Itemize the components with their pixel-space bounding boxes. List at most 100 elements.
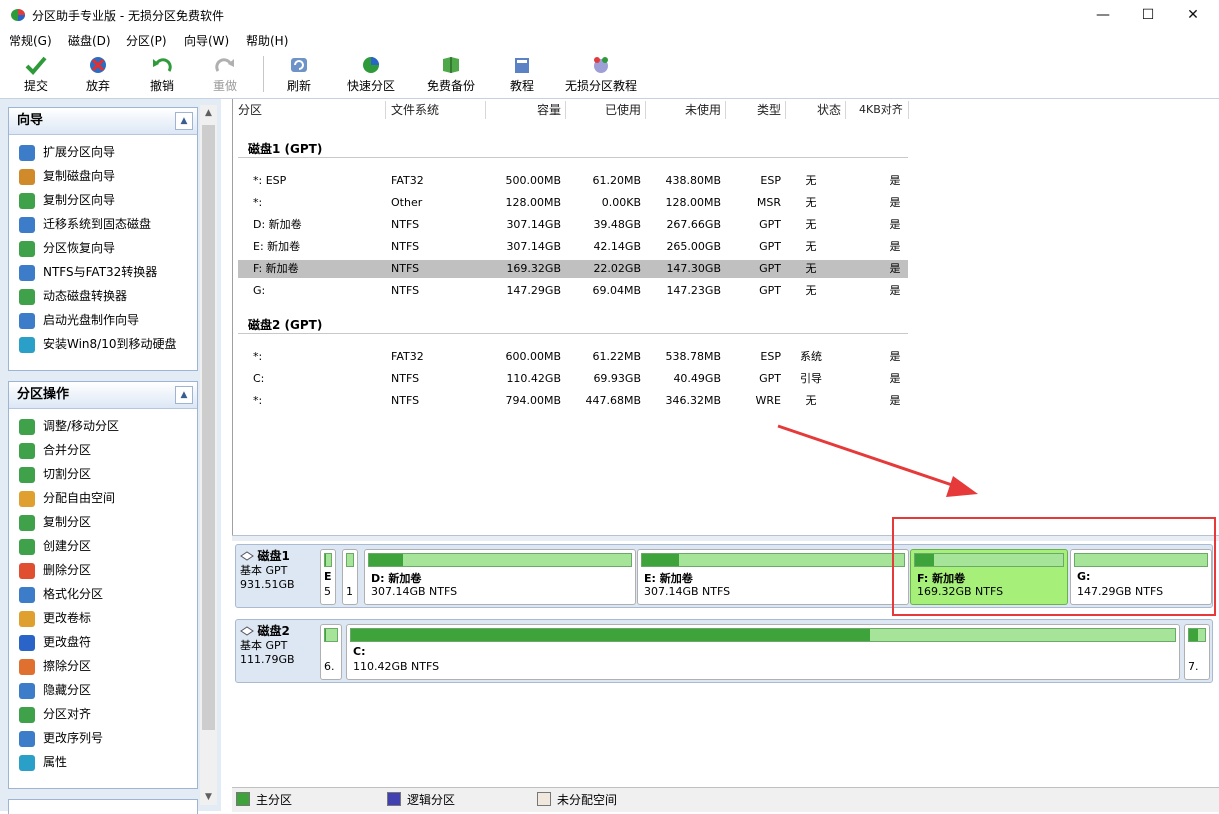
- sidebar-item-create[interactable]: 创建分区: [19, 536, 91, 556]
- close-button[interactable]: ✕: [1170, 0, 1216, 30]
- col-capacity[interactable]: 容量: [489, 101, 561, 119]
- partition-block[interactable]: 1: [342, 549, 358, 605]
- disk1-header[interactable]: 磁盘1 (GPT): [248, 140, 322, 157]
- sidebar-item-allocate-free-space[interactable]: 分配自由空间: [19, 488, 115, 508]
- cell-aligned: 是: [889, 372, 901, 385]
- sidebar-item-label: 分配自由空间: [43, 491, 116, 505]
- sidebar-item-resize-move[interactable]: 调整/移动分区: [19, 416, 119, 436]
- menu-disk[interactable]: 磁盘(D): [68, 32, 111, 49]
- tutorial-button[interactable]: 教程: [500, 50, 544, 96]
- sidebar-item-migrate-os-wizard[interactable]: 迁移系统到固态磁盘: [19, 214, 151, 234]
- sidebar-item-properties[interactable]: 属性: [19, 752, 67, 772]
- sidebar-item-change-letter[interactable]: 更改盘符: [19, 632, 91, 652]
- sidebar-item-wipe[interactable]: 擦除分区: [19, 656, 91, 676]
- quick-partition-button[interactable]: 快速分区: [342, 50, 400, 96]
- partition-block[interactable]: 7.: [1184, 624, 1210, 680]
- partition-block[interactable]: E: 新加卷 307.14GB NTFS: [637, 549, 909, 605]
- partition-block[interactable]: E5: [320, 549, 336, 605]
- collapse-wizard-button[interactable]: ▲: [175, 112, 193, 130]
- collapse-ops-button[interactable]: ▲: [175, 386, 193, 404]
- menu-wizard[interactable]: 向导(W): [184, 32, 229, 49]
- quick-partition-icon: [363, 57, 379, 73]
- sidebar-item-win-to-go-wizard[interactable]: 安装Win8/10到移动硬盘: [19, 334, 177, 354]
- sidebar-item-bootable-cd-wizard[interactable]: 启动光盘制作向导: [19, 310, 139, 330]
- table-row[interactable]: *: NTFS 794.00MB 447.68MB 346.32MB WRE 无 是: [238, 392, 908, 410]
- cell-capacity: 169.32GB: [506, 262, 561, 275]
- backup-icon: [443, 57, 459, 73]
- undo-button[interactable]: 撤销: [140, 50, 184, 96]
- partition-block[interactable]: 6.: [320, 624, 342, 680]
- partition-block[interactable]: D: 新加卷 307.14GB NTFS: [364, 549, 636, 605]
- operation-icon: [19, 754, 35, 771]
- disk2-map-row[interactable]: 磁盘2 基本 GPT 111.79GB 6. C: 110.42GB NTFS 7.: [235, 619, 1213, 683]
- col-used[interactable]: 已使用: [569, 101, 641, 119]
- table-row[interactable]: F: 新加卷 NTFS 169.32GB 22.02GB 147.30GB GPT 无 是: [238, 260, 908, 278]
- menu-general[interactable]: 常规(G): [9, 32, 52, 49]
- sidebar-item-align[interactable]: 分区对齐: [19, 704, 91, 724]
- sidebar-item-extend-wizard[interactable]: 扩展分区向导: [19, 142, 115, 162]
- table-row[interactable]: *: ESP FAT32 500.00MB 61.20MB 438.80MB ESP 无 是: [238, 172, 908, 190]
- disk1-size: 931.51GB: [240, 578, 295, 591]
- sidebar-item-format[interactable]: 格式化分区: [19, 584, 103, 604]
- lossless-tutorial-button[interactable]: 无损分区教程: [562, 50, 640, 96]
- partition-name: D: 新加卷: [371, 572, 422, 585]
- operation-icon: [19, 466, 35, 483]
- operation-icon: [19, 706, 35, 723]
- sidebar-item-partition-recovery-wizard[interactable]: 分区恢复向导: [19, 238, 115, 258]
- redo-label: 重做: [212, 79, 237, 93]
- discard-button[interactable]: 放弃: [76, 50, 120, 96]
- free-backup-button[interactable]: 免费备份: [422, 50, 480, 96]
- maximize-button[interactable]: ☐: [1125, 0, 1171, 30]
- logical-swatch: [387, 792, 401, 806]
- cell-filesystem: Other: [391, 196, 423, 209]
- sidebar-item-change-label[interactable]: 更改卷标: [19, 608, 91, 628]
- sidebar-item-hide[interactable]: 隐藏分区: [19, 680, 91, 700]
- sidebar-item-copy[interactable]: 复制分区: [19, 512, 91, 532]
- usage-fill: [369, 554, 404, 566]
- col-4k-align[interactable]: 4KB对齐: [859, 101, 903, 119]
- scroll-down-arrow[interactable]: ▼: [200, 789, 217, 805]
- minimize-button[interactable]: —: [1080, 0, 1126, 30]
- table-row[interactable]: *: FAT32 600.00MB 61.22MB 538.78MB ESP 系统 是: [238, 348, 908, 366]
- refresh-button[interactable]: 刷新: [277, 50, 321, 96]
- cell-aligned: 是: [889, 394, 901, 407]
- sidebar-item-copy-partition-wizard[interactable]: 复制分区向导: [19, 190, 115, 210]
- partition-block[interactable]: C: 110.42GB NTFS: [346, 624, 1180, 680]
- redo-button[interactable]: 重做: [203, 50, 247, 96]
- menu-help[interactable]: 帮助(H): [246, 32, 288, 49]
- col-type[interactable]: 类型: [729, 101, 781, 119]
- sidebar-item-copy-disk-wizard[interactable]: 复制磁盘向导: [19, 166, 115, 186]
- table-row[interactable]: D: 新加卷 NTFS 307.14GB 39.48GB 267.66GB GPT 无 是: [238, 216, 908, 234]
- col-unused[interactable]: 未使用: [649, 101, 721, 119]
- sidebar-item-change-serial[interactable]: 更改序列号: [19, 728, 103, 748]
- sidebar-item-delete[interactable]: 删除分区: [19, 560, 91, 580]
- cell-used: 0.00KB: [601, 196, 641, 209]
- left-scrollbar[interactable]: ▲ ▼: [200, 105, 217, 805]
- sidebar-item-dynamic-disk-converter[interactable]: 动态磁盘转换器: [19, 286, 127, 306]
- cell-unused: 147.23GB: [666, 284, 721, 297]
- col-partition[interactable]: 分区: [238, 101, 262, 119]
- cell-partition: *: ESP: [253, 174, 287, 187]
- commit-button[interactable]: 提交: [14, 50, 58, 96]
- table-row[interactable]: C: NTFS 110.42GB 69.93GB 40.49GB GPT 引导 是: [238, 370, 908, 388]
- col-status[interactable]: 状态: [789, 101, 841, 119]
- menu-partition[interactable]: 分区(P): [126, 32, 167, 49]
- commit-label: 提交: [23, 79, 48, 93]
- scroll-up-arrow[interactable]: ▲: [200, 105, 217, 121]
- sidebar-item-ntfs-fat32-converter[interactable]: NTFS与FAT32转换器: [19, 262, 157, 282]
- scroll-thumb[interactable]: [202, 125, 215, 730]
- cell-type: GPT: [759, 240, 781, 253]
- table-row[interactable]: E: 新加卷 NTFS 307.14GB 42.14GB 265.00GB GPT 无 是: [238, 238, 908, 256]
- cell-capacity: 500.00MB: [505, 174, 561, 187]
- partition-info: 1: [346, 585, 353, 598]
- disk2-header[interactable]: 磁盘2 (GPT): [248, 316, 322, 333]
- cell-partition: *:: [253, 196, 263, 209]
- legend-logical-label: 逻辑分区: [407, 793, 456, 807]
- cell-filesystem: FAT32: [391, 350, 424, 363]
- table-row[interactable]: G: NTFS 147.29GB 69.04MB 147.23GB GPT 无 是: [238, 282, 908, 300]
- sidebar-item-merge[interactable]: 合并分区: [19, 440, 91, 460]
- col-filesystem[interactable]: 文件系统: [391, 101, 439, 119]
- sidebar-item-split[interactable]: 切割分区: [19, 464, 91, 484]
- table-row[interactable]: *: Other 128.00MB 0.00KB 128.00MB MSR 无 是: [238, 194, 908, 212]
- cell-used: 61.20MB: [592, 174, 641, 187]
